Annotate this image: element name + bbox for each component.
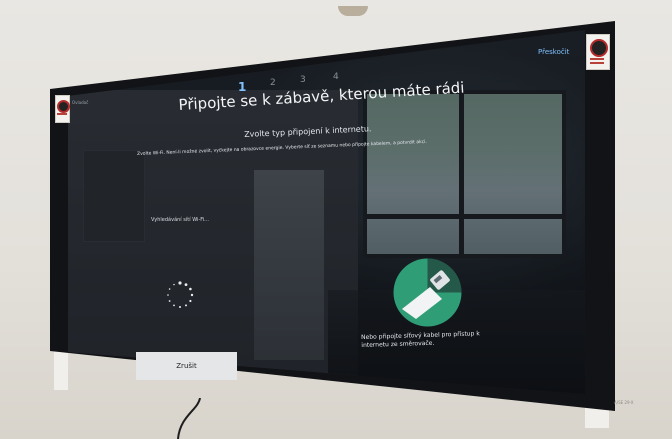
step-4-indicator: 4 <box>333 72 339 82</box>
sticker-line <box>57 113 67 115</box>
loading-spinner-icon <box>167 281 194 308</box>
sticker-line <box>590 58 604 60</box>
remote-hint-label: Ovladač <box>72 100 89 105</box>
warning-sticker-top-right <box>586 34 610 70</box>
corner-label: A/SE 29-X <box>614 400 634 405</box>
step-3-indicator: 3 <box>300 75 306 85</box>
sticker-symbol <box>590 39 608 57</box>
step-2-indicator: 2 <box>270 78 276 88</box>
skip-button[interactable]: Přeskočit <box>538 48 569 56</box>
warning-sticker-left <box>55 95 70 123</box>
sticker-line <box>590 62 604 64</box>
cancel-button[interactable]: Zrušit <box>136 352 237 380</box>
ethernet-cable-icon <box>393 258 462 327</box>
sticker-symbol <box>57 100 70 113</box>
wifi-search-label: Vyhledávání sítí Wi-Fi... <box>151 217 209 223</box>
power-cable <box>177 398 201 439</box>
